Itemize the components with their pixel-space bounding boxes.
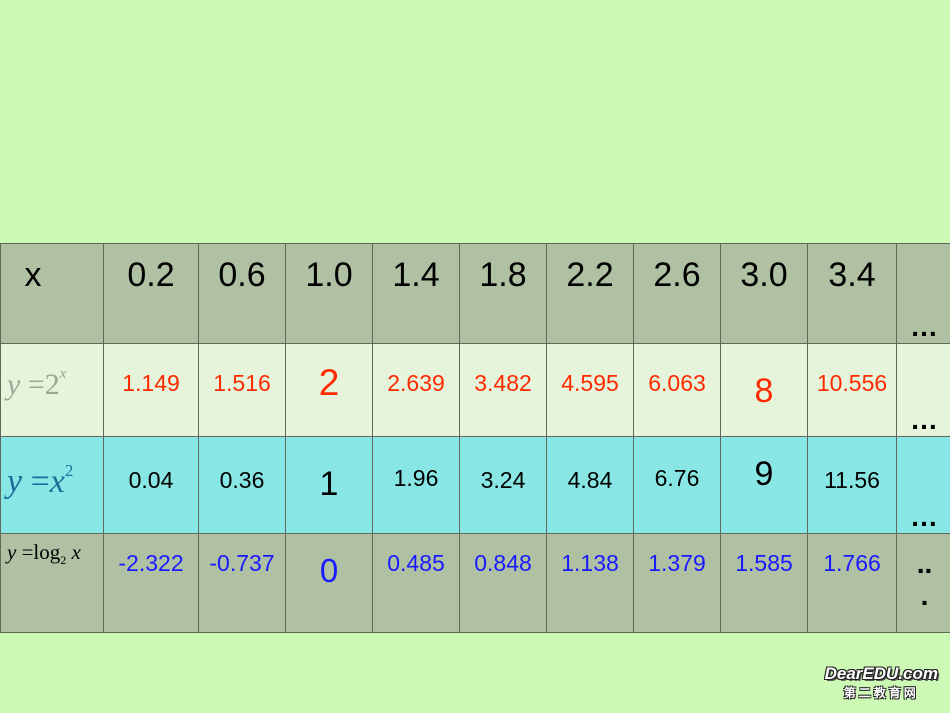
- row-x-squared: y =x2 0.04 0.36 1 1.96 3.24 4.84 6.76 9 …: [0, 436, 950, 534]
- value-x2: 11.56: [824, 467, 880, 493]
- value-2x: 4.595: [561, 370, 619, 396]
- value-cell: 11.56: [807, 436, 897, 534]
- value-log: 1.138: [561, 550, 619, 576]
- value-2x: 8: [754, 372, 774, 410]
- ellipsis: …: [910, 501, 939, 532]
- x-value-cell: 2.2: [546, 243, 634, 344]
- logo-subtext: 第二教育网: [843, 686, 919, 700]
- value-cell: 1: [285, 436, 373, 534]
- row-2-pow-x: y =2x 1.149 1.516 2 2.639 3.482 4.595 6.…: [0, 343, 950, 437]
- x-value: 1.4: [392, 256, 440, 294]
- value-cell: 10.556: [807, 343, 897, 437]
- value-2x: 2.639: [387, 370, 445, 396]
- value-cell: 4.595: [546, 343, 634, 437]
- value-2x: 1.516: [213, 370, 271, 396]
- x-value-cell: 2.6: [633, 243, 721, 344]
- value-cell: 1.516: [198, 343, 286, 437]
- row-log2-x: y =log2 x -2.322 -0.737 0 0.485 0.848 1.…: [0, 533, 950, 633]
- value-cell: -2.322: [103, 533, 199, 633]
- value-cell: 0: [285, 533, 373, 633]
- value-cell: 6.063: [633, 343, 721, 437]
- value-x2: 9: [754, 455, 774, 493]
- x-label: x: [24, 256, 42, 294]
- value-cell: 2.639: [372, 343, 460, 437]
- x-value-cell: 0.6: [198, 243, 286, 344]
- value-cell: 3.482: [459, 343, 547, 437]
- x-value: 1.8: [479, 256, 527, 294]
- value-cell: 1.96: [372, 436, 460, 534]
- ellipsis-cell: …: [896, 343, 950, 437]
- value-log: 1.585: [735, 550, 793, 576]
- value-cell: 1.766: [807, 533, 897, 633]
- value-cell: -0.737: [198, 533, 286, 633]
- value-log: 0.485: [387, 550, 445, 576]
- value-cell: 3.24: [459, 436, 547, 534]
- x-value-cell: 1.8: [459, 243, 547, 344]
- value-2x: 10.556: [816, 370, 888, 396]
- ellipsis: .: [920, 580, 929, 611]
- slide: { "table": { "header": { "label": "x", "…: [0, 0, 950, 713]
- value-cell: 1.149: [103, 343, 199, 437]
- value-cell: 0.848: [459, 533, 547, 633]
- deareedu-logo: DearEDU.com 第二教育网: [825, 664, 938, 701]
- ellipsis-cell: …: [896, 436, 950, 534]
- value-x2: 0.36: [219, 467, 265, 493]
- value-cell: 9: [720, 436, 808, 534]
- row-label-cell: y =x2: [0, 436, 104, 534]
- function-values-table: x 0.2 0.6 1.0 1.4 1.8 2.2 2.6 3.0 3.4 … …: [0, 243, 950, 633]
- x-value: 0.6: [218, 256, 266, 294]
- value-cell: 1.138: [546, 533, 634, 633]
- x-value-cell: 3.4: [807, 243, 897, 344]
- value-x2: 6.76: [654, 465, 700, 491]
- value-cell: 0.36: [198, 436, 286, 534]
- value-2x: 2: [318, 362, 340, 403]
- value-2x: 6.063: [648, 370, 706, 396]
- value-cell: 8: [720, 343, 808, 437]
- x-label-cell: x: [0, 243, 104, 344]
- x-value: 3.0: [740, 256, 788, 294]
- value-log: 1.766: [823, 550, 881, 576]
- row-label-cell: y =2x: [0, 343, 104, 437]
- ellipsis: …: [910, 404, 939, 435]
- value-cell: 6.76: [633, 436, 721, 534]
- ellipsis-cell: .. .: [896, 533, 950, 633]
- value-log: -2.322: [118, 550, 184, 576]
- x-value: 2.2: [566, 256, 614, 294]
- value-cell: 1.585: [720, 533, 808, 633]
- header-row: x 0.2 0.6 1.0 1.4 1.8 2.2 2.6 3.0 3.4 …: [0, 243, 950, 344]
- value-cell: 1.379: [633, 533, 721, 633]
- row-label-x-squared: y =x2: [7, 461, 74, 500]
- logo-text: DearEDU.com: [824, 664, 938, 683]
- value-x2: 1: [319, 465, 339, 503]
- row-label-2-pow-x: y =2x: [7, 366, 67, 401]
- value-x2: 3.24: [480, 467, 526, 493]
- value-2x: 1.149: [122, 370, 180, 396]
- ellipsis: …: [910, 311, 939, 342]
- ellipsis-cell: …: [896, 243, 950, 344]
- row-label-log2-x: y =log2 x: [7, 540, 81, 568]
- value-x2: 4.84: [567, 467, 613, 493]
- x-value-cell: 3.0: [720, 243, 808, 344]
- x-value: 3.4: [828, 256, 876, 294]
- x-value: 2.6: [653, 256, 701, 294]
- value-log: 0.848: [474, 550, 532, 576]
- value-log: 0: [319, 552, 339, 589]
- value-x2: 0.04: [128, 467, 174, 493]
- x-value-cell: 1.0: [285, 243, 373, 344]
- row-label-cell: y =log2 x: [0, 533, 104, 633]
- x-value: 1.0: [305, 256, 353, 294]
- x-value-cell: 1.4: [372, 243, 460, 344]
- value-cell: 0.485: [372, 533, 460, 633]
- x-value: 0.2: [127, 256, 175, 294]
- ellipsis: ..: [916, 548, 933, 579]
- value-cell: 0.04: [103, 436, 199, 534]
- value-log: -0.737: [209, 550, 275, 576]
- value-2x: 3.482: [474, 370, 532, 396]
- x-value-cell: 0.2: [103, 243, 199, 344]
- value-cell: 4.84: [546, 436, 634, 534]
- value-log: 1.379: [648, 550, 706, 576]
- value-cell: 2: [285, 343, 373, 437]
- value-x2: 1.96: [393, 465, 439, 491]
